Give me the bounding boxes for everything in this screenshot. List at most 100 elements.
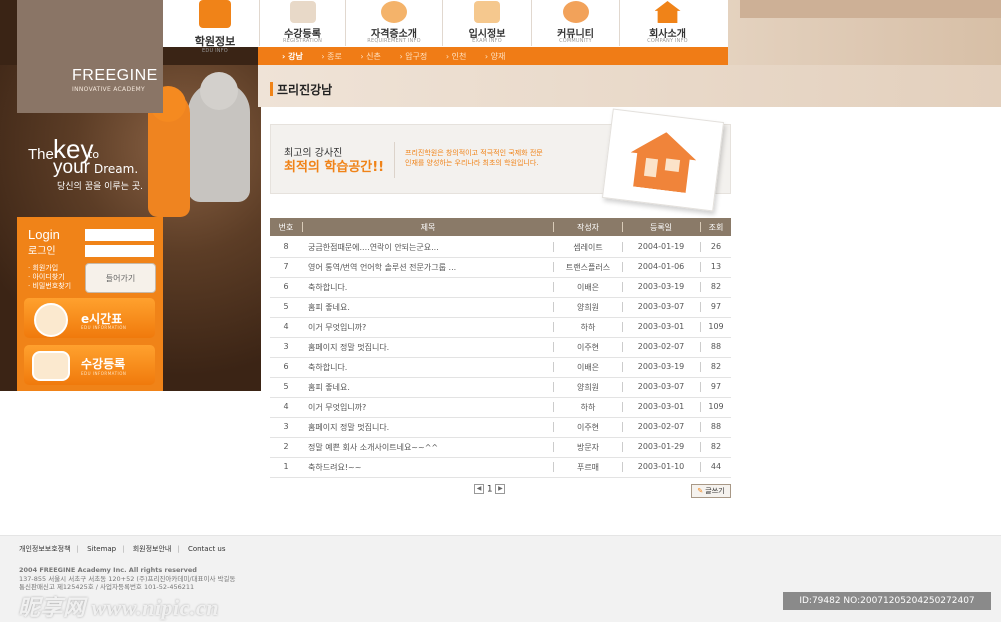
row-title-link[interactable]: 궁금한점때문에....연락이 안되는군요... [308, 242, 568, 253]
table-row[interactable]: 7 영어 통역/번역 언어학 솔루션 전문가그룹 ... 트랜스플러스 2004… [270, 257, 731, 278]
registration-label: 수강등록 [81, 357, 126, 371]
row-divider [700, 282, 701, 292]
table-row[interactable]: 3 홈페이지 정말 멋집니다. 이주현 2003-02-07 88 [270, 337, 731, 358]
table-row[interactable]: 2 정말 예쁜 회사 소개사이트네요~~^^ 방문자 2003-01-29 82 [270, 437, 731, 458]
subnav-yangjae[interactable]: › 양재 [485, 52, 513, 61]
row-title-link[interactable]: 축하합니다. [308, 282, 568, 293]
row-divider [700, 462, 701, 472]
row-number: 5 [283, 382, 289, 391]
row-title-link[interactable]: 정말 예쁜 회사 소개사이트네요~~^^ [308, 442, 568, 453]
nav-registration[interactable]: 수강등록 REGISTRATION [260, 0, 345, 46]
prev-page-icon[interactable]: ◀ [474, 484, 484, 494]
row-divider [700, 442, 701, 452]
footer-link-contact[interactable]: Contact us [188, 545, 226, 553]
header-date: 등록일 [649, 223, 673, 232]
row-date: 2003-01-10 [637, 462, 685, 471]
subnav-label: 인천 [451, 52, 467, 61]
row-title-link[interactable]: 홈페이지 정말 멋집니다. [308, 342, 568, 353]
row-title-link[interactable]: 축하합니다. [308, 362, 568, 373]
write-button[interactable]: ✎ 글쓰기 [691, 484, 731, 498]
nav-company-info[interactable]: 회사소개 COMPANY INFO [620, 0, 715, 46]
timetable-sub: EDU INFORMATION [81, 325, 127, 330]
logo-box[interactable] [17, 0, 163, 113]
row-number: 2 [283, 442, 289, 451]
username-input[interactable] [85, 229, 154, 241]
subnav-sinchon[interactable]: › 신촌 [360, 52, 388, 61]
nav-edu-info[interactable]: 학원정보 EDU INFO [172, 0, 258, 54]
house-icon [654, 1, 681, 23]
subnav-incheon[interactable]: › 인천 [446, 52, 474, 61]
subnav-jongno[interactable]: › 종로 [321, 52, 349, 61]
row-views: 82 [710, 362, 722, 371]
header-divider [700, 222, 701, 232]
row-date: 2003-01-29 [637, 442, 685, 451]
row-title-link[interactable]: 이거 무엇입니까? [308, 322, 568, 333]
figure-grey-head [200, 72, 238, 110]
footer-separator: | [122, 545, 125, 553]
row-divider [700, 382, 701, 392]
timetable-button[interactable]: e시간표 EDU INFORMATION [24, 298, 155, 338]
row-number: 1 [283, 462, 289, 471]
footer-link-privacy[interactable]: 개인정보보호정책 [19, 545, 71, 553]
footer-separator: | [76, 545, 79, 553]
row-date: 2003-02-07 [637, 342, 685, 351]
clock-icon [34, 303, 68, 337]
book-icon [199, 0, 231, 28]
house-door [643, 157, 659, 178]
find-id-link-label: 아이디찾기 [32, 273, 65, 281]
slogan-your: your [53, 157, 90, 178]
pagination: ◀ 1 ▶ [474, 484, 506, 495]
next-page-icon[interactable]: ▶ [495, 484, 506, 494]
nav-community[interactable]: 커뮤니티 COMMUNITY [532, 0, 619, 46]
table-row[interactable]: 3 홈페이지 정말 멋집니다. 이주현 2003-02-07 88 [270, 417, 731, 438]
page-title-marker [270, 82, 273, 96]
subnav-gangnam[interactable]: › 강남 [282, 52, 311, 61]
row-title-link[interactable]: 이거 무엇입니까? [308, 402, 568, 413]
row-title-link[interactable]: 홈페이지 정말 멋집니다. [308, 422, 568, 433]
table-row[interactable]: 1 축하드려요!~~ 푸르매 2003-01-10 44 [270, 457, 731, 478]
login-button[interactable]: 들어가기 [85, 263, 156, 293]
registration-button[interactable]: 수강등록 EDU INFORMATION [24, 345, 155, 385]
row-author: 셈레이트 [573, 243, 603, 252]
row-views: 13 [710, 262, 722, 271]
header-title: 제목 [420, 223, 436, 232]
nav-exam-info[interactable]: 입시정보 EXAM INFO [443, 0, 531, 46]
table-row[interactable]: 4 이거 무엇입니까? 하하 2003-03-01 109 [270, 397, 731, 418]
nav-certificate[interactable]: 자격증소개 REQUIREMENT INFO [346, 0, 442, 46]
row-title-link[interactable]: 홈피 좋네요. [308, 382, 568, 393]
row-title-link[interactable]: 영어 통역/번역 언어학 솔루션 전문가그룹 ... [308, 262, 568, 273]
find-password-link[interactable]: · 비밀번호찾기 [28, 281, 71, 291]
notebook-icon [289, 1, 316, 23]
subnav-apgujeong[interactable]: › 압구정 [399, 52, 435, 61]
row-views: 82 [710, 442, 722, 451]
row-date: 2003-03-07 [637, 302, 685, 311]
row-number: 6 [283, 362, 289, 371]
signup-link-label: 회원가입 [32, 264, 59, 272]
table-row[interactable]: 5 홈피 좋네요. 양희원 2003-03-07 97 [270, 377, 731, 398]
people-icon [562, 1, 589, 23]
table-row[interactable]: 4 이거 무엇입니까? 하하 2003-03-01 109 [270, 317, 731, 338]
row-title-link[interactable]: 홈피 좋네요. [308, 302, 568, 313]
banner-line2: 최적의 학습공간!! [284, 160, 385, 175]
table-row[interactable]: 6 축하합니다. 이배은 2003-03-19 82 [270, 277, 731, 298]
row-divider [700, 422, 701, 432]
header-band [740, 0, 1001, 18]
footer-link-member-info[interactable]: 회원정보안내 [133, 545, 172, 553]
banner-description-2: 인재를 양성하는 우리나라 최초의 학원입니다. [405, 159, 539, 167]
page-title: 프리진강남 [277, 83, 333, 97]
table-row[interactable]: 5 홈피 좋네요. 양희원 2003-03-07 97 [270, 297, 731, 318]
table-row[interactable]: 6 축하합니다. 이배은 2003-03-19 82 [270, 357, 731, 378]
table-row[interactable]: 8 궁금한점때문에....연락이 안되는군요... 셈레이트 2004-01-1… [270, 237, 731, 258]
footer-link-sitemap[interactable]: Sitemap [87, 545, 116, 553]
slogan-korean: 당신의 꿈을 이루는 곳. [57, 182, 143, 192]
row-title-link[interactable]: 축하드려요!~~ [308, 462, 568, 473]
page-number[interactable]: 1 [487, 485, 493, 495]
registration-sub: EDU INFORMATION [81, 371, 127, 376]
banner-divider [394, 142, 395, 178]
nav-sub: REQUIREMENT INFO [367, 38, 421, 44]
password-input[interactable] [85, 245, 154, 257]
row-author: 푸르매 [576, 463, 600, 472]
header-author: 작성자 [576, 223, 600, 232]
row-author: 트랜스플러스 [565, 263, 611, 272]
row-divider [700, 242, 701, 252]
